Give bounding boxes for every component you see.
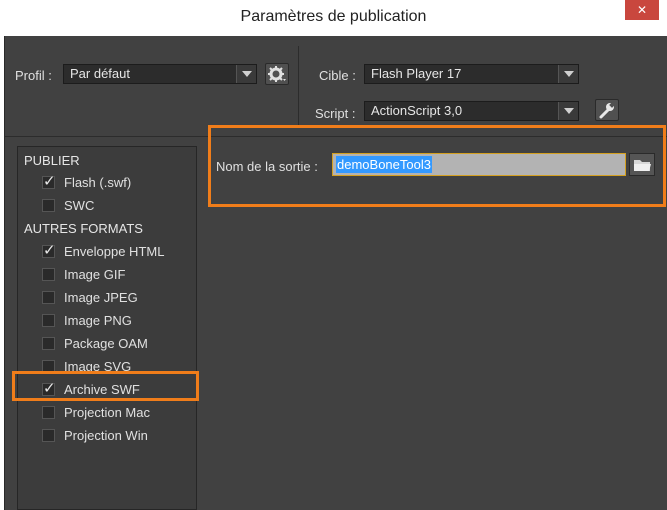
- profile-settings-button[interactable]: [265, 63, 289, 85]
- checkbox-projection-win[interactable]: [42, 429, 55, 442]
- profile-label: Profil :: [15, 68, 52, 83]
- checkbox-flash-swf[interactable]: [42, 172, 56, 190]
- checkbox-image-png[interactable]: [42, 314, 55, 327]
- script-label: Script :: [315, 106, 356, 121]
- list-item-swc[interactable]: SWC: [18, 196, 196, 216]
- list-item-image-gif[interactable]: Image GIF: [18, 265, 196, 285]
- target-dropdown[interactable]: Flash Player 17: [364, 64, 579, 84]
- list-item-label: Image PNG: [64, 313, 132, 328]
- profile-value: Par défaut: [70, 66, 130, 81]
- list-item-label: Package OAM: [64, 336, 148, 351]
- target-label: Cible :: [319, 68, 356, 83]
- vertical-divider: [298, 46, 299, 128]
- chevron-down-icon: [558, 102, 578, 120]
- script-settings-button[interactable]: [595, 99, 619, 121]
- checkbox-html-wrapper[interactable]: [42, 241, 56, 259]
- chevron-down-icon: [236, 65, 256, 83]
- list-item-label: Projection Mac: [64, 405, 150, 420]
- list-item-projection-mac[interactable]: Projection Mac: [18, 403, 196, 423]
- checkbox-image-jpeg[interactable]: [42, 291, 55, 304]
- highlight-output-frame: [208, 125, 666, 207]
- list-item-projection-win[interactable]: Projection Win: [18, 426, 196, 446]
- list-item-label: Enveloppe HTML: [64, 244, 165, 259]
- checkbox-package-oam[interactable]: [42, 337, 55, 350]
- checkbox-image-gif[interactable]: [42, 268, 55, 281]
- list-item-label: Projection Win: [64, 428, 148, 443]
- wrench-icon: [599, 102, 615, 119]
- title-bar: Paramètres de publication ✕: [0, 0, 667, 36]
- chevron-down-icon: [558, 65, 578, 83]
- section-other-formats: AUTRES FORMATS: [24, 221, 143, 236]
- publish-settings-dialog: Profil : Par défaut Cible : Flash Player…: [4, 36, 667, 510]
- list-item-label: Image JPEG: [64, 290, 138, 305]
- checkbox-swc[interactable]: [42, 199, 55, 212]
- list-item-package-oam[interactable]: Package OAM: [18, 334, 196, 354]
- list-item-flash-swf[interactable]: Flash (.swf): [18, 172, 196, 193]
- list-item-image-png[interactable]: Image PNG: [18, 311, 196, 331]
- script-value: ActionScript 3,0: [371, 103, 463, 118]
- gear-icon: [268, 66, 286, 82]
- list-item-image-jpeg[interactable]: Image JPEG: [18, 288, 196, 308]
- script-dropdown[interactable]: ActionScript 3,0: [364, 101, 579, 121]
- list-item-label: Flash (.swf): [64, 175, 132, 190]
- profile-dropdown[interactable]: Par défaut: [63, 64, 257, 84]
- format-list-panel: PUBLIER Flash (.swf) SWC AUTRES FORMATS …: [17, 146, 197, 510]
- window-title: Paramètres de publication: [240, 8, 427, 25]
- close-button[interactable]: ✕: [625, 0, 659, 20]
- list-item-label: Image GIF: [64, 267, 126, 282]
- highlight-archive-swf-frame: [12, 371, 199, 401]
- target-value: Flash Player 17: [371, 66, 462, 81]
- checkbox-projection-mac[interactable]: [42, 406, 55, 419]
- list-item-label: SWC: [64, 198, 95, 213]
- section-publish: PUBLIER: [24, 153, 80, 168]
- list-item-html-wrapper[interactable]: Enveloppe HTML: [18, 241, 196, 262]
